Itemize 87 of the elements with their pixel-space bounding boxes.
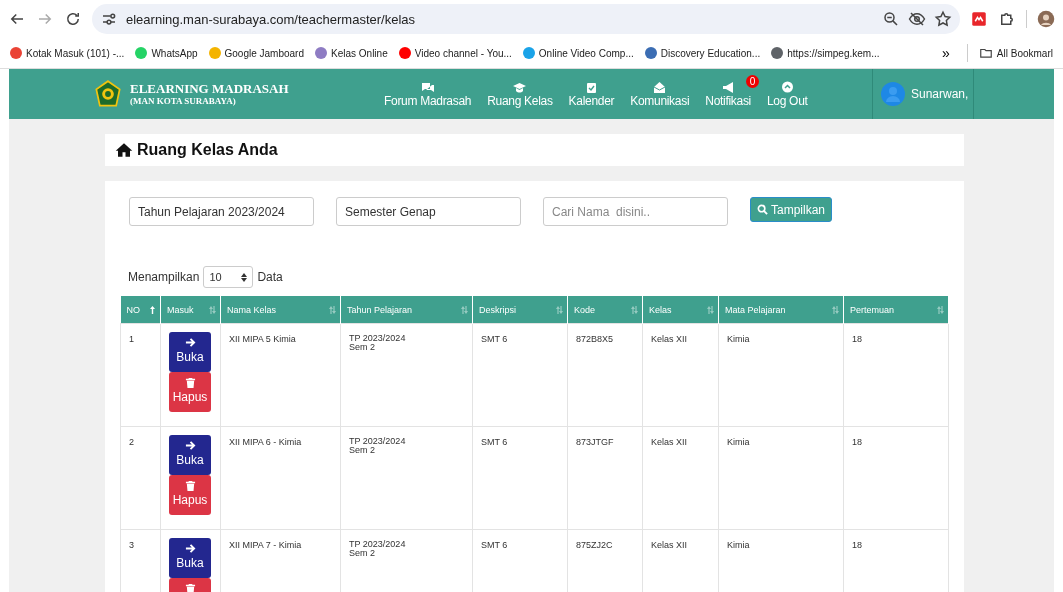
search-field[interactable]: Cari Nama disini.. bbox=[543, 197, 728, 226]
user-menu[interactable]: Sunarwan, bbox=[872, 69, 974, 119]
notification-badge: 0 bbox=[745, 74, 759, 88]
length-label: Data bbox=[257, 270, 283, 284]
trash-icon bbox=[184, 377, 196, 388]
column-header[interactable]: Masuk bbox=[160, 296, 221, 324]
tune-icon[interactable] bbox=[100, 10, 118, 28]
up-arrow-icon[interactable] bbox=[149, 306, 156, 314]
column-header[interactable]: Tahun Pelajaran bbox=[340, 296, 473, 324]
arrow-icon bbox=[184, 337, 196, 348]
table-cell: XII MIPA 5 Kimia bbox=[220, 323, 341, 427]
nav-link[interactable]: Forum Madrasah bbox=[384, 80, 472, 108]
page-size-select[interactable]: 10 bbox=[203, 266, 254, 288]
bookmark-link[interactable]: Video channel - You... bbox=[398, 47, 512, 59]
nav-link[interactable]: Log Out bbox=[766, 80, 808, 108]
eye-off-icon[interactable] bbox=[908, 10, 926, 28]
search-icon bbox=[757, 204, 768, 215]
reload-icon[interactable] bbox=[64, 10, 82, 28]
forum-icon bbox=[421, 80, 435, 93]
table-cell: SMT 6 bbox=[472, 426, 568, 530]
more-bookmarks-button[interactable]: » bbox=[936, 44, 956, 62]
updown-caret-icon bbox=[241, 272, 248, 282]
trash-icon bbox=[184, 583, 196, 592]
bookmark-link[interactable]: Online Video Comp... bbox=[522, 47, 634, 59]
table-cell: 3 bbox=[120, 529, 161, 592]
delete-button[interactable]: Hapus bbox=[169, 475, 211, 515]
class-icon bbox=[513, 80, 527, 93]
table-cell: 1 bbox=[120, 323, 161, 427]
calendar-icon bbox=[584, 80, 598, 93]
table-cell: Kelas XII bbox=[642, 426, 719, 530]
open-button[interactable]: Buka bbox=[169, 332, 211, 372]
message-icon bbox=[653, 80, 667, 93]
year-field[interactable]: Tahun Pelajaran 2023/2024 bbox=[129, 197, 314, 226]
column-header[interactable]: Mata Pelajaran bbox=[718, 296, 844, 324]
bookmark-link[interactable]: https://simpeg.kem... bbox=[771, 47, 880, 59]
table-cell: Kimia bbox=[718, 323, 844, 427]
column-header[interactable]: Nama Kelas bbox=[220, 296, 341, 324]
bookmark-link[interactable]: Kelas Online bbox=[315, 47, 388, 59]
table-cell: TP 2023/2024 Sem 2 bbox=[340, 426, 473, 530]
delete-button[interactable]: Hapus bbox=[169, 372, 211, 412]
bookmark-link[interactable]: Discovery Education... bbox=[644, 47, 761, 59]
emblem-logo-icon bbox=[94, 80, 122, 108]
table-cell: SMT 6 bbox=[472, 323, 568, 427]
trash-icon bbox=[184, 480, 196, 491]
folder-icon bbox=[978, 46, 993, 60]
table-cell: XII MIPA 6 - Kimia bbox=[220, 426, 341, 530]
home-icon bbox=[115, 141, 133, 159]
logout-icon bbox=[780, 80, 794, 93]
bookmark-link[interactable]: Kotak Masuk (101) -... bbox=[10, 47, 125, 59]
length-label: Menampilkan bbox=[128, 270, 200, 284]
table-cell: TP 2023/2024 Sem 2 bbox=[340, 323, 473, 427]
open-button[interactable]: Buka bbox=[169, 435, 211, 475]
column-header[interactable]: Kelas bbox=[642, 296, 719, 324]
star-icon[interactable] bbox=[934, 10, 952, 28]
table-cell: 873JTGF bbox=[567, 426, 643, 530]
puzzle-icon[interactable] bbox=[998, 10, 1016, 28]
column-header[interactable]: Deskripsi bbox=[472, 296, 568, 324]
address-bar[interactable]: elearning.man-surabaya.com/teachermaster/kelas bbox=[92, 4, 960, 34]
open-button[interactable]: Buka bbox=[169, 538, 211, 578]
nav-link[interactable]: Komunikasi bbox=[630, 80, 690, 108]
column-header[interactable]: Kode bbox=[567, 296, 643, 324]
all-bookmarks-link[interactable]: All Bookmarl bbox=[978, 46, 1053, 60]
show-button[interactable]: Tampilkan bbox=[750, 197, 833, 222]
table-cell: Kimia bbox=[718, 426, 844, 530]
page-title: Ruang Kelas Anda bbox=[137, 141, 278, 159]
arrow-icon bbox=[184, 440, 196, 451]
zoom-icon[interactable] bbox=[882, 10, 900, 28]
arrow-icon bbox=[184, 543, 196, 554]
semester-field[interactable]: Semester Genap bbox=[336, 197, 521, 226]
table-cell: Kelas XII bbox=[642, 323, 719, 427]
nav-link[interactable]: Kalender bbox=[568, 80, 615, 108]
extension-icon[interactable] bbox=[970, 10, 988, 28]
notification-icon bbox=[721, 80, 735, 93]
table-cell: 18 bbox=[843, 323, 949, 427]
bookmark-link[interactable]: WhatsApp bbox=[135, 47, 198, 59]
bookmark-link[interactable]: Google Jamboard bbox=[208, 47, 304, 59]
profile-avatar-icon[interactable] bbox=[1037, 10, 1055, 28]
user-avatar-icon bbox=[881, 82, 905, 106]
column-header[interactable]: Pertemuan bbox=[843, 296, 949, 324]
column-header[interactable]: NO bbox=[120, 296, 161, 324]
table-cell: 2 bbox=[120, 426, 161, 530]
table-cell: 872B8X5 bbox=[567, 323, 643, 427]
brand-subtitle: (MAN KOTA SURABAYA) bbox=[130, 96, 237, 106]
url-text: elearning.man-surabaya.com/teachermaster/kelas bbox=[126, 11, 417, 27]
brand-title: ELEARNING MADRASAH bbox=[130, 82, 289, 96]
nav-link[interactable]: Ruang Kelas bbox=[487, 80, 553, 108]
table-cell: 18 bbox=[843, 426, 949, 530]
